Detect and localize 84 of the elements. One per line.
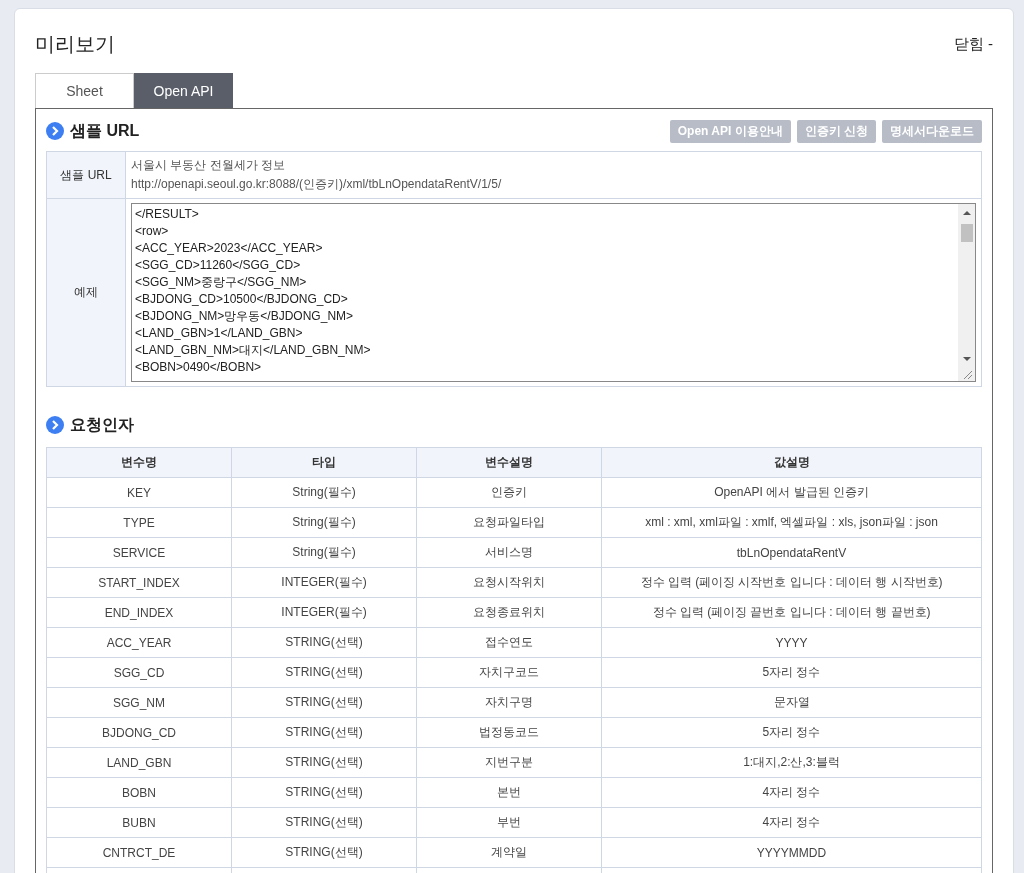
table-cell: STRING(선택) (231, 777, 417, 808)
section-title: 요청인자 (70, 414, 134, 435)
table-cell: 4자리 정수 (601, 777, 982, 808)
table-cell: String(필수) (231, 507, 417, 538)
url-title: 서울시 부동산 전월세가 정보 (131, 157, 286, 174)
table-cell: BUBN (46, 807, 232, 838)
code-line: <row> (135, 223, 170, 240)
table-cell: 지번구분 (416, 747, 602, 778)
table-cell: STRING(선택) (231, 807, 417, 838)
resize-grip-icon[interactable] (961, 369, 972, 379)
scroll-down-icon[interactable] (962, 356, 971, 362)
table-cell: STRING(선택) (231, 627, 417, 658)
column-header: 변수명 (46, 447, 232, 478)
table-cell: String(필수) (231, 537, 417, 568)
table-cell: YYYY (601, 627, 982, 658)
table-cell: 5자리 정수 (601, 717, 982, 748)
code-line: <ACC_YEAR>2023</ACC_YEAR> (135, 240, 324, 257)
table-cell: 정수 입력 (페이징 끝번호 입니다 : 데이터 행 끝번호) (601, 597, 982, 628)
page-title: 미리보기 (35, 31, 115, 57)
table-cell: 본번 (416, 777, 602, 808)
table-cell: 계약일 (416, 837, 602, 868)
table-cell: 부번 (416, 807, 602, 838)
table-cell: STRING(선택) (231, 687, 417, 718)
table-cell: tbLnOpendataRentV (601, 537, 982, 568)
table-cell: 자치구코드 (416, 657, 602, 688)
table-cell: START_INDEX (46, 567, 232, 598)
table-cell: LAND_GBN (46, 747, 232, 778)
code-line: <BOBN>0490</BOBN> (135, 359, 263, 376)
table-cell: SGG_NM (46, 687, 232, 718)
table-cell: 요청종료위치 (416, 597, 602, 628)
table-cell: BOBN (46, 777, 232, 808)
chevron-circle-icon (46, 416, 64, 434)
table-cell: INTEGER(필수) (231, 597, 417, 628)
code-line: <BJDONG_CD>10500</BJDONG_CD> (135, 291, 349, 308)
table-cell: STRING(선택) (231, 717, 417, 748)
column-header: 값설명 (601, 447, 982, 478)
table-cell: END_INDEX (46, 597, 232, 628)
sample-url: http://openapi.seoul.go.kr:8088/(인증키)/xml/tbLnOpendataRentV/1/5/ (131, 176, 503, 193)
scrollbar[interactable] (958, 204, 975, 381)
table-cell: YYYYMMDD (601, 837, 982, 868)
table-cell: 접수연도 (416, 627, 602, 658)
table-cell: 1:대지,2:산,3:블럭 (601, 747, 982, 778)
table-cell: ACC_YEAR (46, 627, 232, 658)
table-cell: 법정동코드 (416, 717, 602, 748)
table-cell: 요청파일타입 (416, 507, 602, 538)
table-cell: 문자열 (601, 687, 982, 718)
code-line: <BJDONG_NM>망우동</BJDONG_NM> (135, 308, 355, 325)
table-cell: 정수 입력 (페이징 시작번호 입니다 : 데이터 행 시작번호) (601, 567, 982, 598)
row-label: 예제 (47, 199, 126, 387)
column-header: 타입 (231, 447, 417, 478)
table-cell: 인증키 (416, 477, 602, 508)
row-label: 샘플 URL (47, 152, 126, 199)
code-line: <SGG_NM>중랑구</SGG_NM> (135, 274, 308, 291)
table-cell: STRING(선택) (231, 747, 417, 778)
tab[interactable]: Open API (134, 73, 233, 108)
table-cell: INTEGER(필수) (231, 567, 417, 598)
table-cell: CNTRCT_DE (46, 837, 232, 868)
code-line: <LAND_GBN_NM>대지</LAND_GBN_NM> (135, 342, 372, 359)
scroll-thumb[interactable] (960, 224, 973, 242)
table-cell: KEY (46, 477, 232, 508)
table-cell: 요청시작위치 (416, 567, 602, 598)
table-cell: 자치구명 (416, 687, 602, 718)
tab[interactable]: Sheet (35, 73, 134, 108)
table-cell: 4자리 정수 (601, 807, 982, 838)
scroll-up-icon[interactable] (962, 210, 971, 216)
table-cell: OpenAPI 에서 발급된 인증키 (601, 477, 982, 508)
table-cell: STRING(선택) (231, 657, 417, 688)
close-button[interactable]: 닫힘 - (953, 34, 993, 54)
chevron-circle-icon (46, 122, 64, 140)
code-line: </RESULT> (135, 206, 200, 223)
code-line: <LAND_GBN>1</LAND_GBN> (135, 325, 304, 342)
table-cell: SGG_CD (46, 657, 232, 688)
table-cell: TYPE (46, 507, 232, 538)
table-cell: STRING(선택) (231, 837, 417, 868)
code-line: <SGG_CD>11260</SGG_CD> (135, 257, 302, 274)
table-cell: 5자리 정수 (601, 657, 982, 688)
section-title: 샘플 URL (70, 120, 140, 141)
table-cell: xml : xml, xml파일 : xmlf, 엑셀파일 : xls, json파일 : json (601, 507, 982, 538)
example-textarea[interactable] (131, 203, 976, 382)
column-header: 변수설명 (416, 447, 602, 478)
table-cell: 서비스명 (416, 537, 602, 568)
table-cell: SERVICE (46, 537, 232, 568)
table-cell: String(필수) (231, 477, 417, 508)
table-cell: BJDONG_CD (46, 717, 232, 748)
